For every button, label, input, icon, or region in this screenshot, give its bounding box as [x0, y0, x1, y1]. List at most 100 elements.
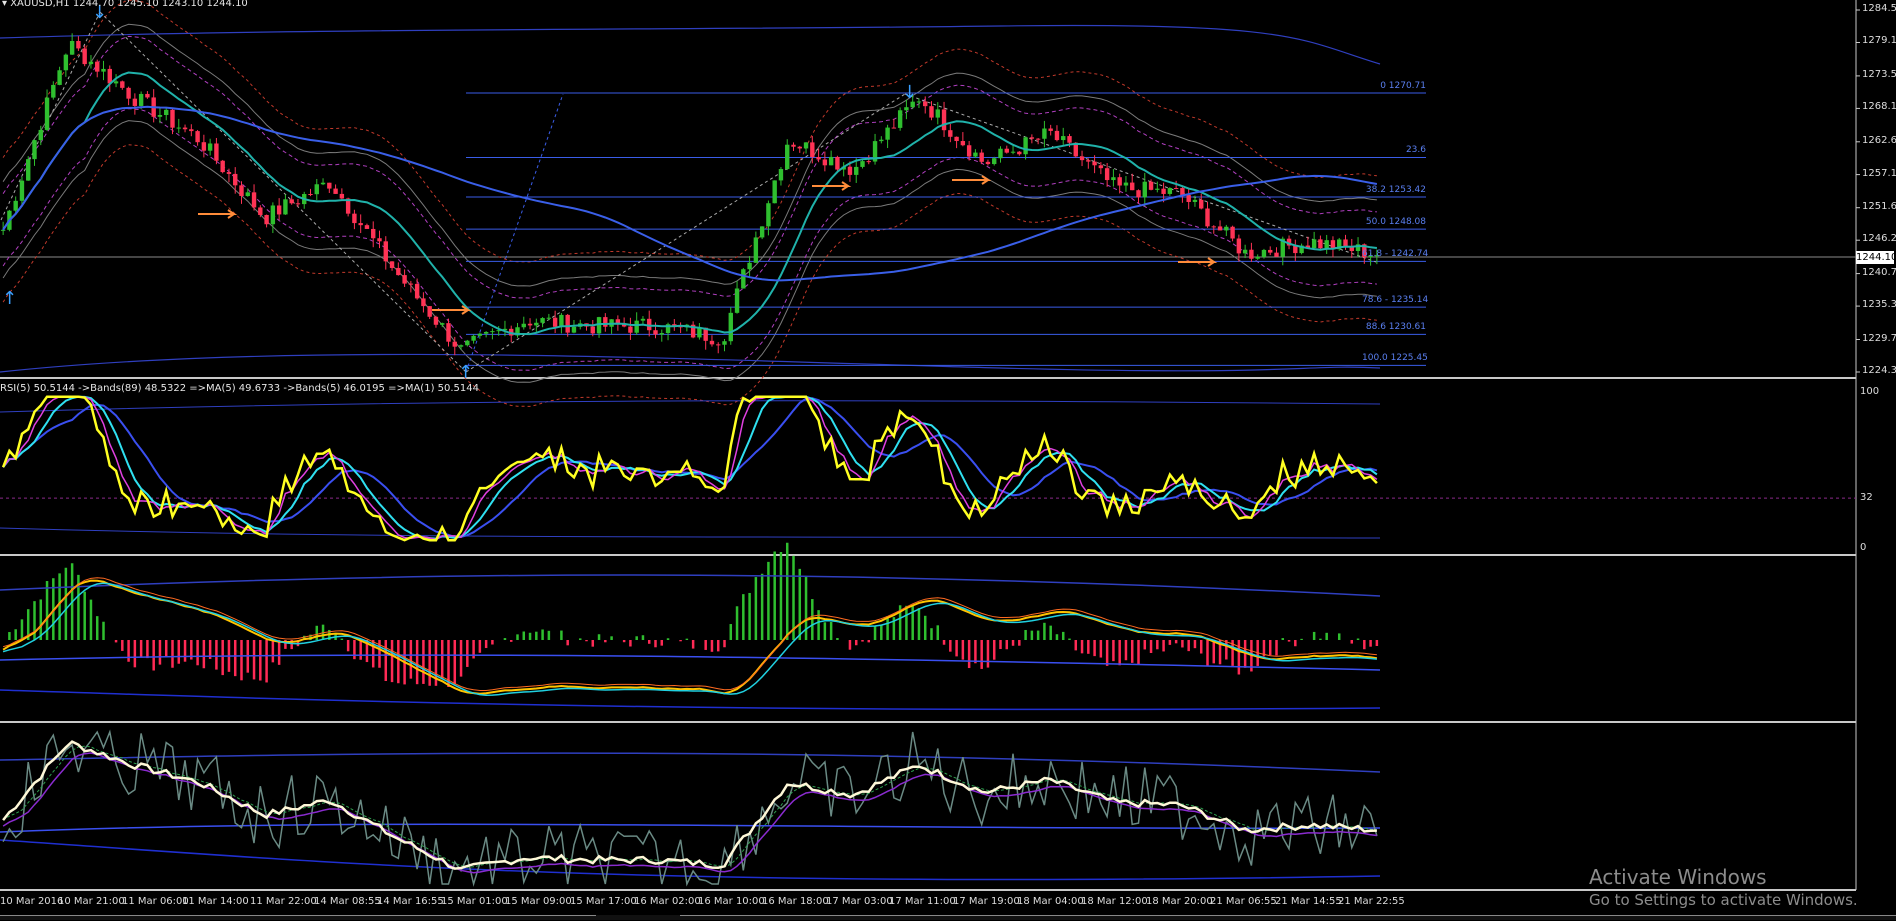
- candle-body: [534, 322, 539, 326]
- triangle-icon: ▾: [2, 0, 11, 9]
- zigzag-line: [465, 93, 906, 373]
- candle-body: [1029, 137, 1035, 139]
- candle-body: [63, 54, 69, 71]
- x-tick-label: 11 Mar 06:00: [122, 896, 189, 907]
- candle-body: [973, 152, 978, 157]
- candle-body: [728, 312, 733, 342]
- y-tick-label: 1284.50: [1862, 3, 1896, 14]
- candle-body: [722, 341, 727, 345]
- y-tick-label: 1268.15: [1862, 101, 1896, 113]
- candle-body: [1111, 177, 1116, 181]
- osc-band-mid: [0, 823, 1381, 833]
- candle-body: [452, 341, 457, 347]
- candle-body: [759, 226, 765, 238]
- candle-body: [966, 145, 972, 157]
- candle-body: [1211, 226, 1216, 228]
- scrollbar-track-left[interactable]: [0, 915, 596, 921]
- macd-line-yellow: [2, 579, 1378, 695]
- candle-body: [785, 144, 790, 170]
- candle-body: [634, 320, 639, 333]
- candle-body: [929, 106, 934, 118]
- fib-label: 78.6 - 1235.14: [1362, 295, 1429, 306]
- candle-body: [377, 238, 382, 242]
- arrow-right-icon: [198, 209, 238, 219]
- candle-body: [126, 87, 131, 99]
- current-price-label: 1244.10: [1856, 251, 1896, 264]
- candle-body: [1167, 188, 1173, 194]
- candle-body: [709, 340, 715, 345]
- y-tick-label: 1224.35: [1862, 365, 1896, 376]
- candle-body: [164, 109, 169, 116]
- candle-body: [640, 318, 646, 321]
- candle-body: [207, 143, 213, 151]
- candle-body: [1192, 199, 1198, 202]
- candle-body: [465, 340, 470, 346]
- macd-band-top: [0, 574, 1381, 597]
- candle-body: [220, 160, 225, 173]
- x-tick-label: 14 Mar 16:55: [377, 896, 444, 907]
- x-tick-label: 10 Mar 2016: [0, 896, 64, 907]
- candle-body: [716, 344, 721, 346]
- candle-body: [138, 93, 144, 106]
- x-tick-label: 14 Mar 08:55: [314, 896, 381, 907]
- y-tick-label: 1240.70: [1862, 266, 1896, 278]
- rsi-line-yellow: [1, 395, 1378, 542]
- candle-body: [477, 333, 483, 336]
- candle-body: [847, 166, 853, 175]
- candle-body: [1067, 136, 1072, 143]
- y-tick-label: 1262.60: [1862, 134, 1896, 146]
- candle-body: [1343, 239, 1348, 247]
- horizontal-scrollbar[interactable]: [0, 915, 1896, 920]
- candle-body: [320, 182, 326, 185]
- candle-body: [26, 159, 31, 181]
- rsi-indicator: [0, 395, 1856, 542]
- candle-body: [195, 131, 200, 143]
- candle-body: [960, 141, 966, 146]
- candle-body: [1148, 181, 1154, 190]
- osc-band-bottom: [0, 839, 1381, 881]
- candle-body: [13, 200, 18, 211]
- candle-body: [88, 61, 94, 65]
- candle-body: [19, 180, 25, 201]
- candle-body: [0, 229, 6, 231]
- candle-body: [490, 331, 495, 333]
- scrollbar-thumb[interactable]: [680, 915, 1896, 921]
- candle-body: [1199, 199, 1204, 209]
- y-tick-label: 1251.65: [1862, 200, 1896, 212]
- candle-body: [854, 166, 859, 175]
- candle-body: [992, 158, 997, 165]
- candle-body: [835, 156, 840, 170]
- candle-body: [1054, 130, 1060, 141]
- zigzag-line: [99, 11, 467, 373]
- candle-body: [113, 81, 119, 84]
- candle-body: [753, 237, 759, 263]
- candle-body: [32, 140, 37, 160]
- candle-body: [358, 223, 363, 226]
- candle-body: [546, 317, 552, 319]
- candle-body: [176, 127, 181, 129]
- arrow-right-icon: [432, 305, 472, 315]
- candle-body: [1061, 136, 1066, 141]
- arrow-down-icon: ↓: [902, 82, 917, 103]
- candle-body: [1010, 151, 1016, 153]
- candle-body: [897, 110, 903, 128]
- arrow-right-icon: [952, 175, 992, 185]
- x-tick-label: 18 Mar 20:00: [1146, 896, 1213, 907]
- candle-body: [552, 317, 558, 327]
- candle-body: [747, 262, 752, 270]
- fib-label: 23.6: [1405, 145, 1426, 156]
- fib-label: 61.8 - 1242.74: [1362, 249, 1429, 260]
- rsi-band-top: [0, 400, 1381, 413]
- fib-trend-line: [465, 93, 564, 373]
- arrow-right-icon: [812, 181, 852, 191]
- candle-body: [1142, 181, 1147, 198]
- x-tick-label: 11 Mar 22:00: [250, 896, 317, 907]
- candle-body: [389, 261, 395, 268]
- x-tick-label: 10 Mar 21:00: [58, 896, 125, 907]
- candle-body: [979, 152, 984, 162]
- candle-body: [76, 40, 81, 49]
- candle-body: [1230, 226, 1235, 239]
- candle-body: [741, 269, 746, 289]
- candle-body: [1173, 188, 1179, 190]
- oscillator-indicator: [0, 729, 1381, 887]
